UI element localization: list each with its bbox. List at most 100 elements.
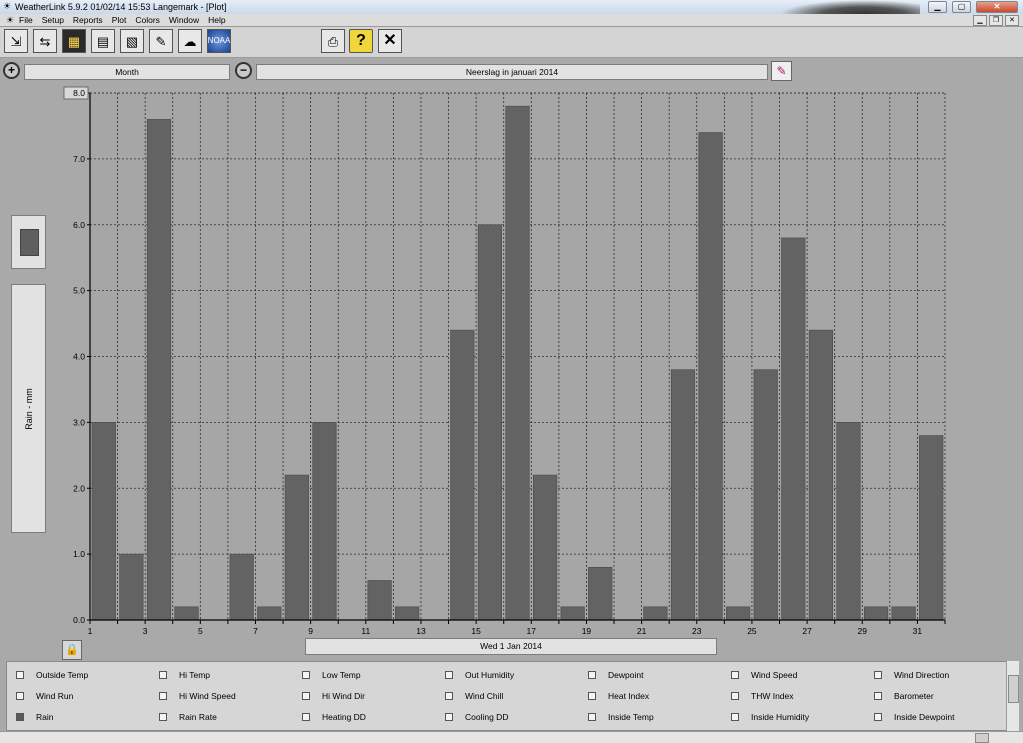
checkbox-wind-speed[interactable] (731, 671, 739, 679)
checkbox-item-hi-temp[interactable]: Hi Temp (159, 670, 210, 680)
menu-item-help[interactable]: Help (208, 14, 225, 26)
checkbox-item-out-humidity[interactable]: Out Humidity (445, 670, 514, 680)
y-axis-label: Rain - mm (23, 387, 34, 430)
checkbox-label: Wind Run (36, 691, 74, 701)
checkbox-item-wind-chill[interactable]: Wind Chill (445, 691, 503, 701)
mdi-restore-button[interactable]: ❐ (989, 15, 1003, 26)
plot-title[interactable]: Neerslag in januari 2014 (256, 64, 768, 80)
bar-day-4 (174, 606, 199, 621)
checkbox-item-wind-direction[interactable]: Wind Direction (874, 670, 949, 680)
checkbox-rain[interactable] (16, 713, 24, 721)
checkbox-item-rain[interactable]: Rain (16, 712, 53, 722)
checkbox-wind-chill[interactable] (445, 692, 453, 700)
close-window-button[interactable]: ✕ (976, 1, 1018, 13)
checkbox-item-barometer[interactable]: Barometer (874, 691, 934, 701)
maximize-button[interactable]: ▢ (952, 1, 971, 13)
checkbox-dewpoint[interactable] (588, 671, 596, 679)
lock-icon[interactable]: 🔒 (62, 640, 82, 660)
series-selection-panel: Outside Temp Hi Temp Low Temp Out Humidity D… (6, 661, 1018, 731)
bar-day-23 (698, 132, 723, 621)
import-data-icon[interactable]: ⇲ (4, 29, 28, 53)
menu-item-reports[interactable]: Reports (73, 14, 103, 26)
checkbox-wind-run[interactable] (16, 692, 24, 700)
checkbox-item-dewpoint[interactable]: Dewpoint (588, 670, 643, 680)
bar-day-2 (119, 553, 144, 621)
checkbox-hi-wind-speed[interactable] (159, 692, 167, 700)
bar-day-31 (919, 435, 944, 621)
checkbox-item-hi-wind-speed[interactable]: Hi Wind Speed (159, 691, 236, 701)
checkbox-item-hi-wind-dir[interactable]: Hi Wind Dir (302, 691, 365, 701)
strip-chart-icon[interactable]: ▧ (120, 29, 144, 53)
mdi-close-button[interactable]: ✕ (1005, 15, 1019, 26)
checkbox-hi-temp[interactable] (159, 671, 167, 679)
mdi-minimize-button[interactable]: ▁ (973, 15, 987, 26)
checkbox-item-thw-index[interactable]: THW Index (731, 691, 794, 701)
y-axis-label-box[interactable]: Rain - mm (11, 284, 46, 533)
checkbox-wind-direction[interactable] (874, 671, 882, 679)
checkbox-item-wind-speed[interactable]: Wind Speed (731, 670, 797, 680)
zoom-in-icon[interactable]: + (3, 62, 20, 79)
bar-day-15 (477, 224, 503, 621)
menu-item-setup[interactable]: Setup (42, 14, 64, 26)
checkbox-barometer[interactable] (874, 692, 882, 700)
checkbox-heat-index[interactable] (588, 692, 596, 700)
close-plot-icon[interactable]: ✕ (378, 29, 402, 53)
checkbox-item-low-temp[interactable]: Low Temp (302, 670, 361, 680)
checkbox-item-rain-rate[interactable]: Rain Rate (159, 712, 217, 722)
rain-color-swatch (20, 229, 39, 256)
menu-item-file[interactable]: File (19, 14, 33, 26)
document-icon[interactable]: ☀ (6, 15, 14, 25)
noaa-report-icon[interactable]: ☁ (178, 29, 202, 53)
checkbox-inside-dewpoint[interactable] (874, 713, 882, 721)
checkbox-item-heating-dd[interactable]: Heating DD (302, 712, 366, 722)
bar-day-14 (450, 329, 475, 621)
checkbox-item-inside-temp[interactable]: Inside Temp (588, 712, 654, 722)
period-label[interactable]: Month (24, 64, 230, 80)
bar-day-7 (257, 606, 282, 621)
x-tick-label: 1 (88, 626, 93, 636)
checkbox-heating-dd[interactable] (302, 713, 310, 721)
edit-colors-icon[interactable]: ✎ (771, 61, 792, 81)
checkbox-rain-rate[interactable] (159, 713, 167, 721)
bar-day-18 (560, 606, 585, 621)
checkbox-outside-temp[interactable] (16, 671, 24, 679)
help-icon[interactable]: ? (349, 29, 373, 53)
panel-vertical-scrollbar[interactable] (1006, 661, 1019, 731)
checkbox-item-inside-dewpoint[interactable]: Inside Dewpoint (874, 712, 954, 722)
y-tick-label: 3.0 (73, 417, 85, 427)
panel-scroll-thumb[interactable] (1008, 675, 1019, 703)
checkbox-thw-index[interactable] (731, 692, 739, 700)
date-label[interactable]: Wed 1 Jan 2014 (305, 638, 717, 655)
y-tick-label: 6.0 (73, 220, 85, 230)
checkbox-hi-wind-dir[interactable] (302, 692, 310, 700)
checkbox-item-heat-index[interactable]: Heat Index (588, 691, 649, 701)
plot-icon[interactable]: ▤ (91, 29, 115, 53)
checkbox-inside-temp[interactable] (588, 713, 596, 721)
checkbox-item-wind-run[interactable]: Wind Run (16, 691, 73, 701)
connect-icon[interactable]: ⇆ (33, 29, 57, 53)
bulletin-icon[interactable]: ▦ (62, 29, 86, 53)
checkbox-label: Wind Speed (751, 670, 798, 680)
print-icon[interactable]: ⎙ (321, 29, 345, 53)
x-tick-label: 23 (692, 626, 702, 636)
horizontal-scrollbar[interactable] (0, 731, 1023, 743)
menu-item-window[interactable]: Window (169, 14, 199, 26)
bar-day-22 (670, 369, 696, 621)
checkbox-inside-humidity[interactable] (731, 713, 739, 721)
checkbox-cooling-dd[interactable] (445, 713, 453, 721)
checkbox-label: Dewpoint (608, 670, 644, 680)
series-swatch-box[interactable] (11, 215, 46, 269)
checkbox-item-outside-temp[interactable]: Outside Temp (16, 670, 88, 680)
checkbox-low-temp[interactable] (302, 671, 310, 679)
zoom-out-icon[interactable]: − (235, 62, 252, 79)
minimize-button[interactable]: ▁ (928, 1, 947, 13)
checkbox-item-cooling-dd[interactable]: Cooling DD (445, 712, 508, 722)
menu-item-plot[interactable]: Plot (112, 14, 127, 26)
menu-item-colors[interactable]: Colors (135, 14, 160, 26)
checkbox-out-humidity[interactable] (445, 671, 453, 679)
checkbox-label: Out Humidity (465, 670, 515, 680)
notes-icon[interactable]: ✎ (149, 29, 173, 53)
checkbox-item-inside-humidity[interactable]: Inside Humidity (731, 712, 809, 722)
bar-day-6 (229, 553, 254, 621)
noaa-logo-icon[interactable]: NOAA (207, 29, 231, 53)
